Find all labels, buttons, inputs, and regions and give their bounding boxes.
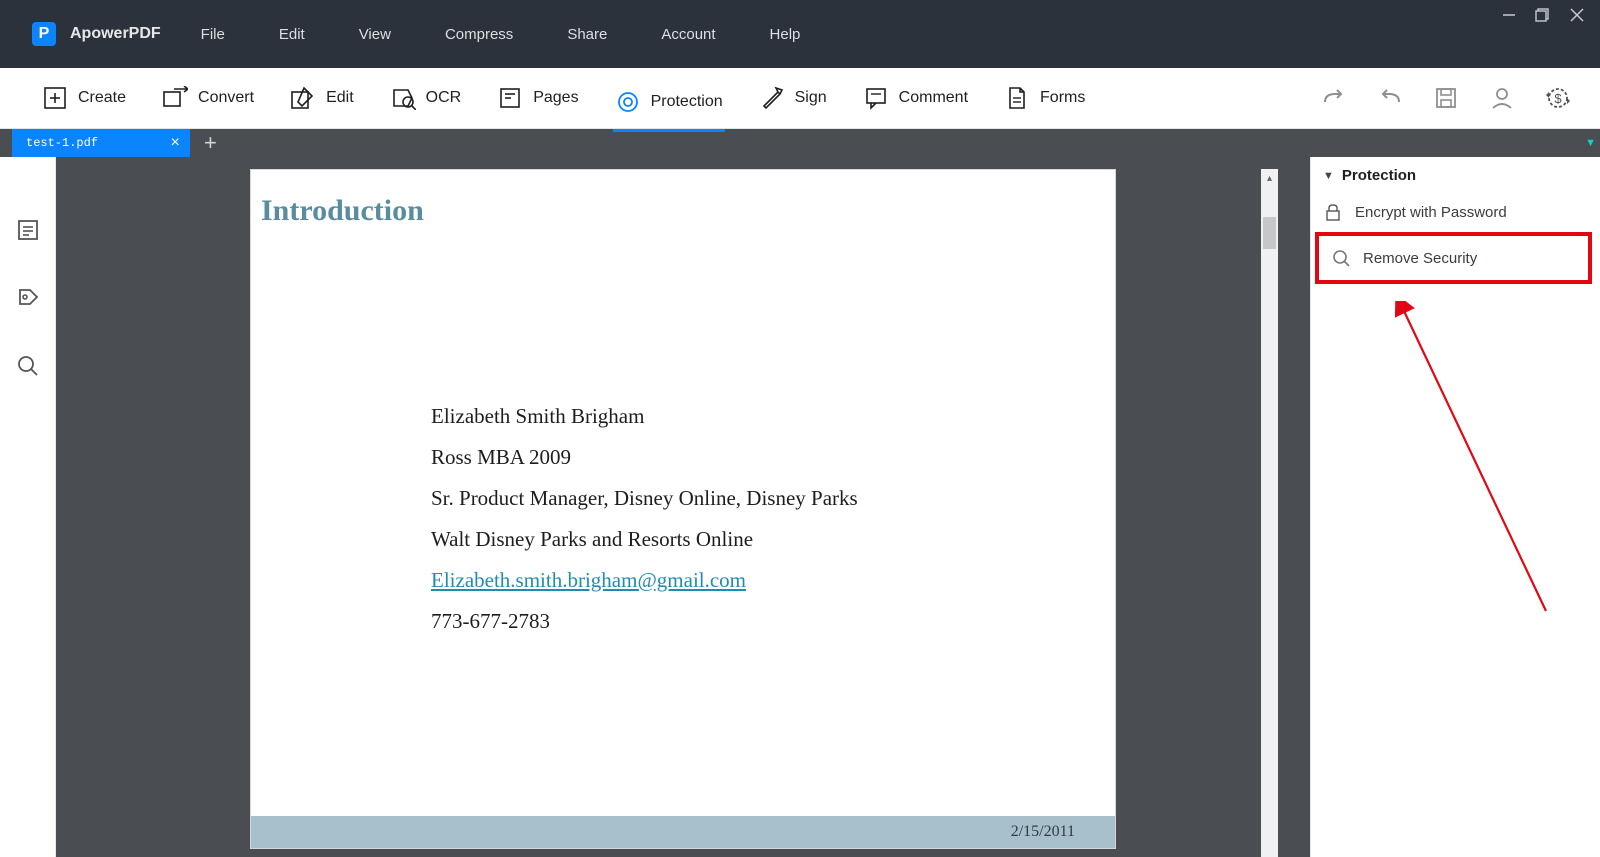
highlight-annotation: Remove Security — [1315, 232, 1592, 284]
shield-icon — [615, 89, 641, 115]
body-email[interactable]: Elizabeth.smith.brigham@gmail.com — [431, 568, 746, 592]
menu-file[interactable]: File — [201, 26, 225, 43]
menu-compress[interactable]: Compress — [445, 26, 513, 43]
user-button[interactable] — [1488, 84, 1516, 112]
menu-help[interactable]: Help — [770, 26, 801, 43]
panel-item-encrypt-label: Encrypt with Password — [1355, 204, 1507, 221]
panel-item-remove-security[interactable]: Remove Security — [1319, 240, 1588, 276]
document-icon — [1004, 85, 1030, 111]
page-footer-date: 2/15/2011 — [251, 816, 1115, 848]
toolbar: Create Convert Edit OCR Pages Protection… — [0, 68, 1600, 129]
window-controls — [1500, 0, 1600, 24]
search-icon[interactable] — [15, 353, 41, 379]
pen-icon — [759, 85, 785, 111]
minimize-button[interactable] — [1500, 6, 1518, 24]
pencil-square-icon — [290, 85, 316, 111]
menu-edit[interactable]: Edit — [279, 26, 305, 43]
body-phone: 773-677-2783 — [431, 601, 1105, 642]
tool-edit-label: Edit — [326, 89, 354, 107]
vertical-scrollbar[interactable]: ▴ — [1261, 169, 1278, 857]
tool-convert[interactable]: Convert — [160, 79, 256, 117]
document-tab[interactable]: test-1.pdf × — [12, 129, 190, 157]
tool-edit[interactable]: Edit — [288, 79, 356, 117]
maximize-button[interactable] — [1534, 6, 1552, 24]
tool-create-label: Create — [78, 89, 126, 107]
document-tabstrip: test-1.pdf × + ▼ — [0, 129, 1600, 157]
panel-item-encrypt[interactable]: Encrypt with Password — [1311, 194, 1600, 230]
panel-title: Protection — [1342, 167, 1416, 184]
app-name: ApowerPDF — [70, 25, 161, 43]
panel-header[interactable]: ▼ Protection — [1311, 157, 1600, 194]
menu-bar: File Edit View Compress Share Account He… — [201, 26, 801, 43]
save-button[interactable] — [1432, 84, 1460, 112]
bookmark-tag-icon[interactable] — [15, 285, 41, 311]
toolbar-right: $ — [1320, 84, 1600, 112]
body-line-1: Elizabeth Smith Brigham — [431, 396, 1105, 437]
tool-sign[interactable]: Sign — [757, 79, 829, 117]
close-tab-icon[interactable]: × — [170, 135, 180, 151]
tool-convert-label: Convert — [198, 89, 254, 107]
plus-square-icon — [42, 85, 68, 111]
pdf-page: Introduction Elizabeth Smith Brigham Ros… — [250, 169, 1116, 849]
body-line-2: Ross MBA 2009 — [431, 437, 1105, 478]
tool-protection[interactable]: Protection — [613, 83, 725, 132]
tool-ocr-label: OCR — [426, 89, 462, 107]
panel-item-remove-security-label: Remove Security — [1363, 250, 1477, 267]
new-tab-button[interactable]: + — [190, 130, 231, 156]
svg-text:$: $ — [1554, 91, 1562, 106]
tabstrip-dropdown-icon[interactable]: ▼ — [1585, 137, 1600, 149]
body-line-3: Sr. Product Manager, Disney Online, Disn… — [431, 478, 1105, 519]
thumbnails-icon[interactable] — [15, 217, 41, 243]
left-sidebar — [0, 157, 56, 857]
right-panel: ▼ Protection Encrypt with Password Remov… — [1310, 157, 1600, 857]
scroll-thumb[interactable] — [1263, 217, 1276, 249]
magnifier-icon — [1331, 248, 1351, 268]
scroll-up-icon[interactable]: ▴ — [1261, 169, 1278, 187]
tool-comment[interactable]: Comment — [861, 79, 970, 117]
menu-view[interactable]: View — [359, 26, 391, 43]
convert-icon — [162, 85, 188, 111]
ocr-icon — [390, 85, 416, 111]
document-tab-filename: test-1.pdf — [26, 136, 98, 150]
tool-forms-label: Forms — [1040, 89, 1085, 107]
app-logo: P — [32, 22, 56, 46]
redo-button[interactable] — [1320, 84, 1348, 112]
document-canvas[interactable]: Introduction Elizabeth Smith Brigham Ros… — [56, 157, 1310, 857]
tool-comment-label: Comment — [899, 89, 968, 107]
currency-button[interactable]: $ — [1544, 84, 1572, 112]
page-heading: Introduction — [261, 194, 1105, 228]
lock-icon — [1323, 202, 1343, 222]
tool-create[interactable]: Create — [40, 79, 128, 117]
undo-button[interactable] — [1376, 84, 1404, 112]
menu-share[interactable]: Share — [567, 26, 607, 43]
page-body: Elizabeth Smith Brigham Ross MBA 2009 Sr… — [431, 396, 1105, 642]
tool-pages[interactable]: Pages — [495, 79, 580, 117]
tool-forms[interactable]: Forms — [1002, 79, 1087, 117]
body-line-4: Walt Disney Parks and Resorts Online — [431, 519, 1105, 560]
main-area: Introduction Elizabeth Smith Brigham Ros… — [0, 157, 1600, 857]
panel-collapse-icon: ▼ — [1323, 170, 1334, 182]
tool-sign-label: Sign — [795, 89, 827, 107]
titlebar: P ApowerPDF File Edit View Compress Shar… — [0, 0, 1600, 68]
tool-pages-label: Pages — [533, 89, 578, 107]
arrow-annotation — [1371, 301, 1571, 641]
close-button[interactable] — [1568, 6, 1586, 24]
pages-icon — [497, 85, 523, 111]
menu-account[interactable]: Account — [661, 26, 715, 43]
comment-icon — [863, 85, 889, 111]
tool-protection-label: Protection — [651, 93, 723, 111]
tool-ocr[interactable]: OCR — [388, 79, 464, 117]
